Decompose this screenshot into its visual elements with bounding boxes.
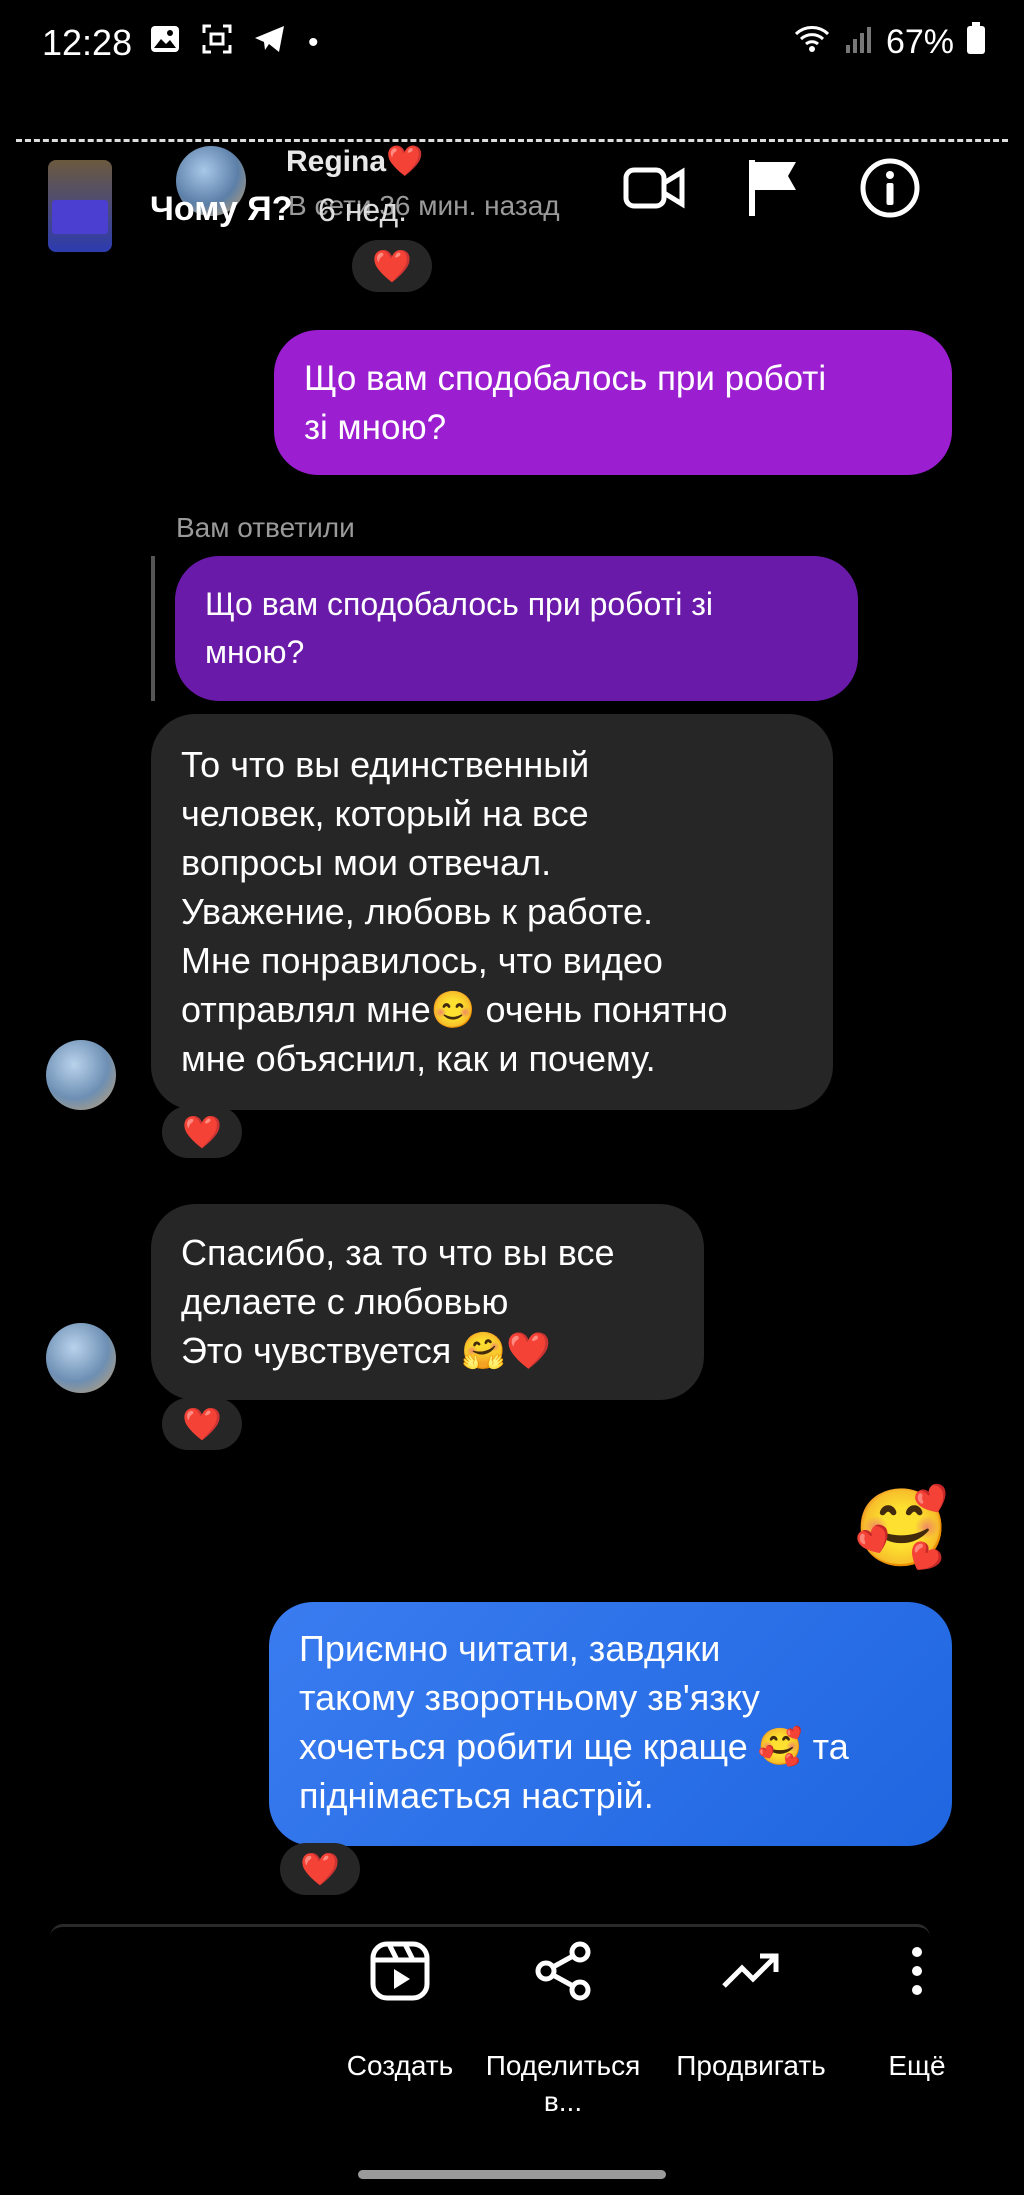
incoming-message[interactable]: Спасибо, за то что вы все делаете с любо… (151, 1204, 704, 1400)
status-bar: 12:28 • 67% (0, 0, 1024, 90)
gallery-icon (150, 25, 180, 61)
home-indicator[interactable] (358, 2170, 666, 2179)
reels-icon (365, 1936, 435, 2006)
create-button[interactable]: Создать (330, 1936, 470, 2084)
more-icon (882, 1936, 952, 2006)
reply-label: Вам ответили (176, 512, 355, 543)
reaction-badge[interactable]: ❤️ (162, 1106, 242, 1158)
action-label: Создать (346, 2050, 454, 2081)
action-label: Ещё (888, 2050, 946, 2081)
dot-icon: • (308, 26, 319, 59)
contact-avatar[interactable] (46, 1323, 116, 1393)
status-time: 12:28 (42, 22, 133, 63)
quoted-message[interactable]: Що вам сподобалось при роботі зі мною? (175, 556, 858, 701)
info-icon[interactable] (858, 156, 922, 220)
separator-dashed (16, 139, 1008, 142)
signal-icon (844, 23, 874, 62)
trending-icon (716, 1936, 786, 2006)
action-label: Поделиться в... (485, 2050, 641, 2117)
status-notification-icons: • (150, 24, 319, 62)
outgoing-message[interactable]: Приємно читати, завдяки такому зворотньо… (269, 1602, 952, 1846)
telegram-icon (254, 25, 286, 61)
outgoing-message[interactable]: Що вам сподобалось при роботі зі мною? (274, 330, 952, 475)
reel-age: 6 нед. (318, 192, 408, 228)
reply-bar (151, 556, 155, 701)
reel-title: Чому Я? (150, 190, 293, 228)
reel-thumbnail[interactable] (48, 160, 112, 252)
status-right: 67% (792, 22, 986, 63)
emoji-message[interactable]: 🥰 (854, 1483, 949, 1573)
reaction-badge[interactable]: ❤️ (280, 1843, 360, 1895)
battery-icon (966, 22, 986, 63)
share-icon (528, 1936, 598, 2006)
battery-percent: 67% (885, 23, 954, 61)
reaction-badge[interactable]: ❤️ (352, 240, 432, 292)
incoming-message[interactable]: То что вы единственный человек, который … (151, 714, 833, 1110)
video-call-icon[interactable] (622, 156, 686, 220)
reaction-badge[interactable]: ❤️ (162, 1398, 242, 1450)
screenshot-icon (202, 24, 232, 62)
action-label: Продвигать (676, 2050, 826, 2081)
share-button[interactable]: Поделиться в... (476, 1936, 650, 2120)
wifi-icon (792, 23, 832, 62)
chat-contact-name[interactable]: Regina❤️ (286, 144, 423, 179)
contact-avatar[interactable] (46, 1040, 116, 1110)
more-button[interactable]: Ещё (872, 1936, 962, 2084)
flag-icon[interactable] (742, 156, 806, 220)
promote-button[interactable]: Продвигать (666, 1936, 836, 2084)
